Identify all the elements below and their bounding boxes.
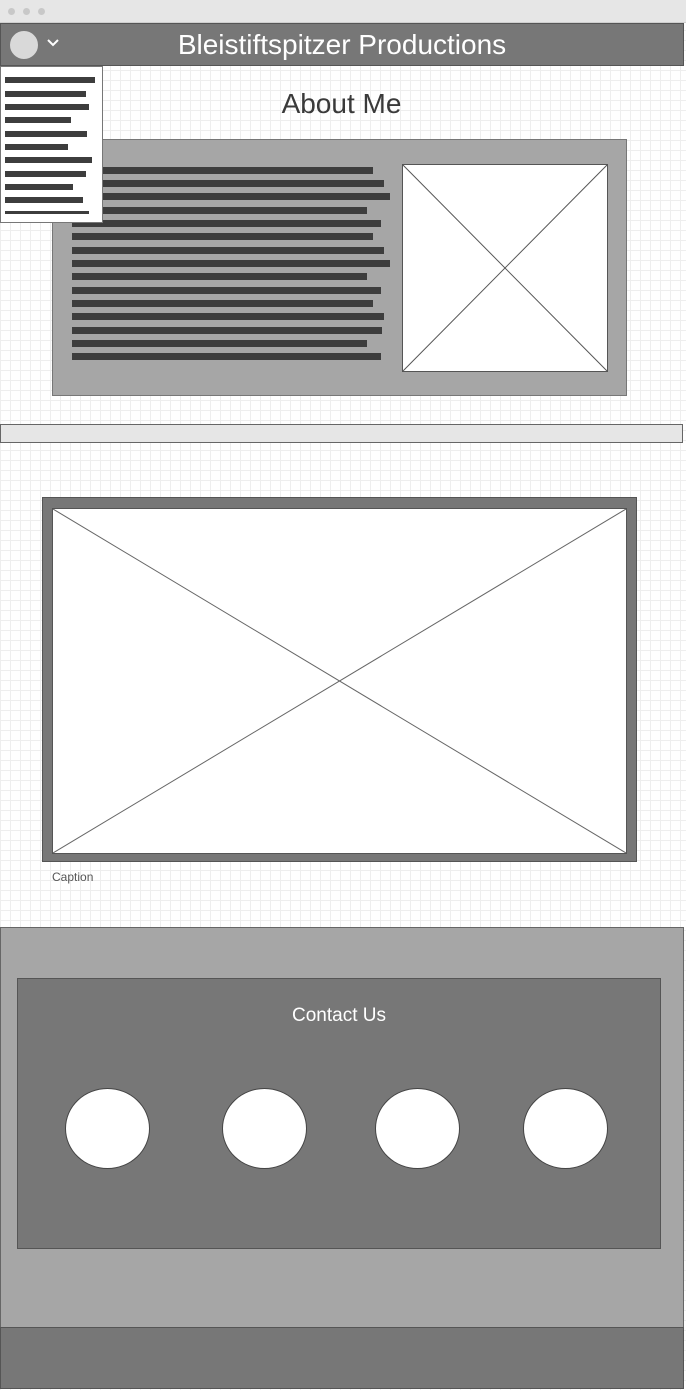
- contact-link-1[interactable]: [65, 1088, 150, 1169]
- window-dot: [23, 8, 30, 15]
- window-titlebar: [0, 0, 686, 23]
- menu-item[interactable]: [5, 184, 73, 190]
- window-dot: [8, 8, 15, 15]
- contact-heading: Contact Us: [292, 1005, 386, 1026]
- dropdown-menu[interactable]: [0, 66, 103, 223]
- image-caption: Caption: [52, 870, 94, 884]
- text-line: [72, 300, 373, 307]
- contact-link-3[interactable]: [375, 1088, 460, 1169]
- text-line: [72, 247, 384, 254]
- contact-link-2[interactable]: [222, 1088, 307, 1169]
- site-title: Bleistiftspitzer Productions: [177, 29, 507, 60]
- text-line: [72, 287, 381, 294]
- menu-item[interactable]: [5, 77, 95, 83]
- text-line: [72, 313, 384, 320]
- text-line: [72, 207, 367, 214]
- avatar-icon[interactable]: [9, 30, 39, 60]
- text-line: [72, 327, 382, 334]
- menu-item[interactable]: [5, 104, 89, 110]
- menu-item[interactable]: [5, 157, 92, 163]
- window-dot: [38, 8, 45, 15]
- menu-item[interactable]: [5, 197, 83, 203]
- image-placeholder-icon: [402, 164, 608, 372]
- text-line: [72, 273, 367, 280]
- section-divider: [0, 424, 683, 443]
- menu-item[interactable]: [5, 144, 68, 150]
- chevron-down-icon[interactable]: [46, 36, 60, 50]
- contact-link-4[interactable]: [523, 1088, 608, 1169]
- text-line: [72, 167, 373, 174]
- menu-item[interactable]: [5, 117, 71, 123]
- menu-item[interactable]: [5, 91, 86, 97]
- text-line: [72, 180, 384, 187]
- image-placeholder-icon: [52, 508, 627, 854]
- text-line: [72, 260, 390, 267]
- menu-item[interactable]: [5, 171, 86, 177]
- menu-item[interactable]: [5, 131, 87, 137]
- text-line: [72, 220, 381, 227]
- text-line: [72, 233, 373, 240]
- text-line: [72, 193, 390, 200]
- text-line: [72, 353, 381, 360]
- site-footer: [0, 1327, 684, 1389]
- text-line: [72, 340, 367, 347]
- menu-item[interactable]: [5, 211, 89, 214]
